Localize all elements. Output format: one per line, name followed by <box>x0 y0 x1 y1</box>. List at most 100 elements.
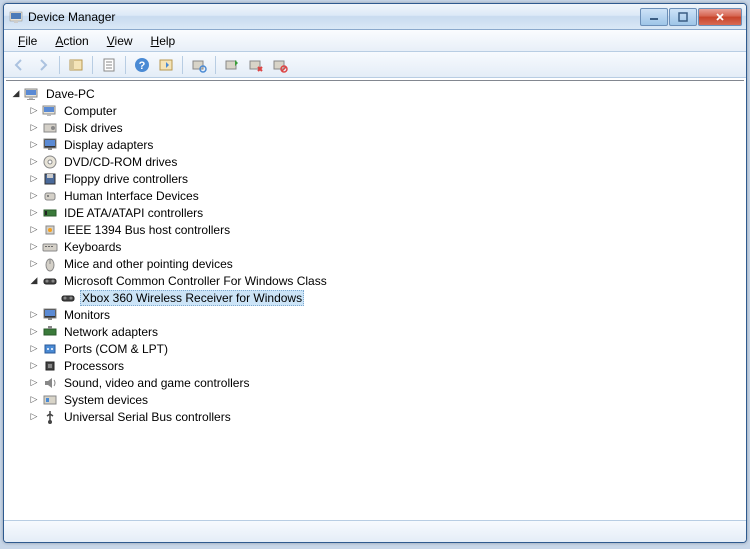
hid-icon <box>42 188 58 204</box>
tree-item[interactable]: ▷ Monitors <box>8 306 742 323</box>
tree-item[interactable]: ▷ Network adapters <box>8 323 742 340</box>
separator <box>215 56 216 74</box>
minimize-button[interactable] <box>640 8 668 26</box>
tree-item[interactable]: ▷Processors <box>8 357 742 374</box>
tree-item[interactable]: ▷ IEEE 1394 Bus host controllers <box>8 221 742 238</box>
tree-item[interactable]: ▷Disk drives <box>8 119 742 136</box>
show-hide-console-button[interactable] <box>65 54 87 76</box>
network-icon <box>42 324 58 340</box>
expand-icon[interactable]: ▷ <box>28 394 40 406</box>
action-button[interactable] <box>155 54 177 76</box>
expand-icon[interactable]: ▷ <box>28 224 40 236</box>
separator <box>59 56 60 74</box>
expand-icon[interactable]: ▷ <box>28 326 40 338</box>
tree-item[interactable]: ▷ Human Interface Devices <box>8 187 742 204</box>
tree-item-label: Network adapters <box>62 325 160 339</box>
keyboard-icon <box>42 239 58 255</box>
forward-button <box>32 54 54 76</box>
tree-item[interactable]: Xbox 360 Wireless Receiver for Windows <box>8 289 742 306</box>
titlebar[interactable]: Device Manager <box>4 4 746 30</box>
scan-hardware-button[interactable] <box>188 54 210 76</box>
expand-icon[interactable]: ▷ <box>28 309 40 321</box>
uninstall-button[interactable] <box>245 54 267 76</box>
menu-file[interactable]: File <box>10 32 45 50</box>
tree-item[interactable]: ▷ Sound, video and game controllers <box>8 374 742 391</box>
tree-item[interactable]: ▷System devices <box>8 391 742 408</box>
tree-item-label: Dave-PC <box>44 87 97 101</box>
device-tree: ◢Dave-PC▷Computer▷Disk drives▷Display ad… <box>6 81 744 429</box>
tree-item[interactable]: ◢ Microsoft Common Controller For Windows… <box>8 272 742 289</box>
tree-item[interactable]: ▷IDE ATA/ATAPI controllers <box>8 204 742 221</box>
update-driver-button[interactable] <box>221 54 243 76</box>
separator <box>182 56 183 74</box>
disk-icon <box>42 120 58 136</box>
collapse-icon[interactable]: ◢ <box>10 88 22 100</box>
tree-item[interactable]: ▷ Floppy drive controllers <box>8 170 742 187</box>
expand-icon[interactable]: ▷ <box>28 377 40 389</box>
ieee-icon <box>42 222 58 238</box>
tree-item[interactable]: ▷ Keyboards <box>8 238 742 255</box>
tree-item-label: Microsoft Common Controller For Windows … <box>62 274 329 288</box>
tree-item[interactable]: ▷ Display adapters <box>8 136 742 153</box>
help-button[interactable]: ? <box>131 54 153 76</box>
device-manager-window: Device Manager File Action View Help ? ◢… <box>3 3 747 543</box>
tree-item-label: Keyboards <box>62 240 123 254</box>
tree-item[interactable]: ◢ Dave-PC <box>8 85 742 102</box>
tree-item-label: Universal Serial Bus controllers <box>62 410 233 424</box>
expand-icon[interactable]: ▷ <box>28 190 40 202</box>
svg-text:?: ? <box>139 60 146 72</box>
expand-icon[interactable]: ▷ <box>28 105 40 117</box>
mouse-icon <box>42 256 58 272</box>
expand-icon[interactable]: ▷ <box>28 207 40 219</box>
tree-item[interactable]: ▷ Universal Serial Bus controllers <box>8 408 742 425</box>
tree-item-label: Sound, video and game controllers <box>62 376 251 390</box>
tree-item-label: Display adapters <box>62 138 155 152</box>
tree-item[interactable]: ▷ Ports (COM & LPT) <box>8 340 742 357</box>
tree-item-label: Monitors <box>62 308 112 322</box>
dvd-icon <box>42 154 58 170</box>
expand-icon[interactable]: ▷ <box>28 343 40 355</box>
properties-button[interactable] <box>98 54 120 76</box>
tree-item-label: IEEE 1394 Bus host controllers <box>62 223 232 237</box>
maximize-button[interactable] <box>669 8 697 26</box>
tree-item-label: Ports (COM & LPT) <box>62 342 170 356</box>
tree-content[interactable]: ◢Dave-PC▷Computer▷Disk drives▷Display ad… <box>6 80 744 518</box>
back-button <box>8 54 30 76</box>
computer-icon <box>42 103 58 119</box>
menubar: File Action View Help <box>4 30 746 52</box>
disable-button[interactable] <box>269 54 291 76</box>
tree-item[interactable]: ▷Mice and other pointing devices <box>8 255 742 272</box>
monitor-icon <box>42 307 58 323</box>
tree-item-label: Computer <box>62 104 119 118</box>
expand-icon[interactable]: ▷ <box>28 241 40 253</box>
expand-icon[interactable]: ▷ <box>28 258 40 270</box>
tree-item[interactable]: ▷ Computer <box>8 102 742 119</box>
toolbar: ? <box>4 52 746 78</box>
expand-icon[interactable]: ▷ <box>28 139 40 151</box>
usb-icon <box>42 409 58 425</box>
sound-icon <box>42 375 58 391</box>
ide-icon <box>42 205 58 221</box>
menu-action[interactable]: Action <box>47 32 96 50</box>
app-icon <box>8 9 24 25</box>
separator <box>92 56 93 74</box>
expand-icon[interactable]: ▷ <box>28 156 40 168</box>
expand-icon[interactable]: ▷ <box>28 173 40 185</box>
statusbar <box>4 520 746 542</box>
expand-icon[interactable]: ▷ <box>28 411 40 423</box>
tree-item-label: Human Interface Devices <box>62 189 201 203</box>
collapse-icon[interactable]: ◢ <box>28 275 40 287</box>
expand-icon[interactable]: ▷ <box>28 122 40 134</box>
menu-help[interactable]: Help <box>143 32 184 50</box>
menu-view[interactable]: View <box>99 32 141 50</box>
window-controls <box>640 8 742 26</box>
tree-item-label: DVD/CD-ROM drives <box>62 155 179 169</box>
tree-item[interactable]: ▷ DVD/CD-ROM drives <box>8 153 742 170</box>
pc-icon <box>24 86 40 102</box>
xbox-icon <box>60 290 76 306</box>
close-button[interactable] <box>698 8 742 26</box>
cpu-icon <box>42 358 58 374</box>
tree-item-label: Floppy drive controllers <box>62 172 190 186</box>
display-icon <box>42 137 58 153</box>
expand-icon[interactable]: ▷ <box>28 360 40 372</box>
